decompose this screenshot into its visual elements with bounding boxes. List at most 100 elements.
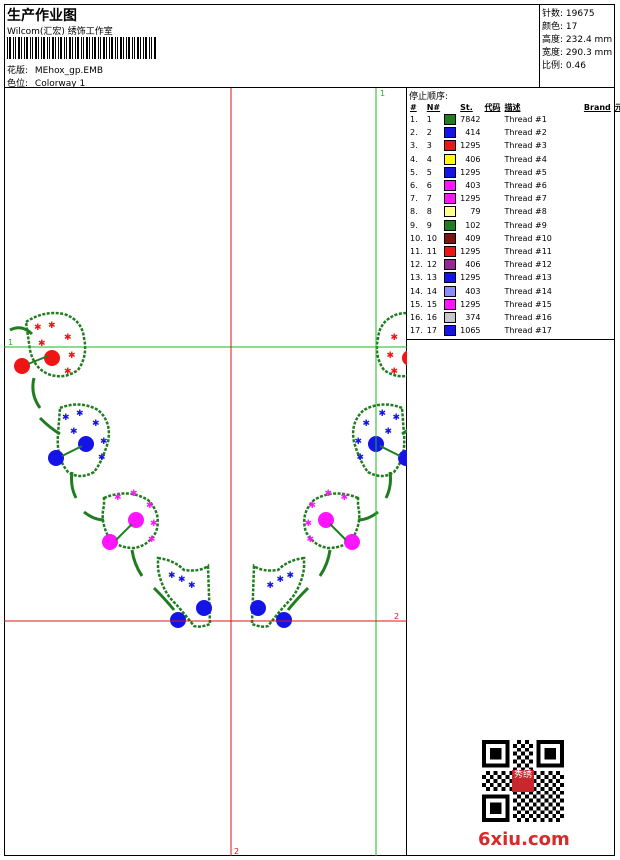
- row-swatch: [442, 298, 458, 311]
- header-info: 生产作业图 Wilcom(汇宏) 绣饰工作室 花版: MEhox_gp.EMB …: [4, 4, 540, 89]
- color-swatch: [444, 245, 457, 257]
- thread-row: 13. 13 1295 Thread #13: [408, 271, 620, 284]
- row-order: 15.: [410, 299, 423, 309]
- row-number: 13: [426, 273, 437, 283]
- stats-panel: 针数: 19675 颜色: 17 高度: 232.4 mm 宽度: 290.3 …: [540, 4, 615, 88]
- watermark-stamp: 秀绣: [512, 770, 534, 792]
- row-stitches: 406: [465, 260, 481, 270]
- row-stitches: 102: [465, 220, 481, 230]
- col-code: 代码: [484, 102, 501, 112]
- color-swatch: [444, 206, 457, 218]
- row-code: [483, 153, 503, 166]
- row-order: 6.: [410, 181, 418, 191]
- row-order: 17.: [410, 326, 423, 336]
- row-stitches: 1295: [460, 299, 481, 309]
- row-desc: Thread #1: [504, 115, 547, 125]
- row-code: [483, 324, 503, 337]
- col-order: #: [410, 102, 417, 112]
- page-title: 生产作业图: [7, 8, 77, 24]
- row-swatch: [442, 311, 458, 324]
- row-code: [483, 298, 503, 311]
- row-code: [483, 139, 503, 152]
- thread-row: 6. 6 403 Thread #6: [408, 179, 620, 192]
- row-desc: Thread #5: [504, 167, 547, 177]
- design-right-half: [248, 311, 454, 630]
- thread-row: 5. 5 1295 Thread #5: [408, 166, 620, 179]
- row-code: [483, 113, 503, 126]
- row-number: 3: [426, 141, 432, 151]
- row-order: 1.: [410, 115, 418, 125]
- thread-row: 8. 8 79 Thread #8: [408, 205, 620, 218]
- row-number: 11: [426, 246, 437, 256]
- row-code: [483, 126, 503, 139]
- thread-row: 11. 11 1295 Thread #11: [408, 245, 620, 258]
- thread-row: 3. 3 1295 Thread #3: [408, 139, 620, 152]
- row-stitches: 1065: [460, 326, 481, 336]
- row-code: [483, 311, 503, 324]
- row-swatch: [442, 179, 458, 192]
- row-desc: Thread #16: [504, 312, 552, 322]
- row-desc: Thread #10: [504, 233, 552, 243]
- row-code: [483, 245, 503, 258]
- row-desc: Thread #4: [504, 154, 547, 164]
- color-swatch: [444, 219, 457, 231]
- row-desc: Thread #15: [504, 299, 552, 309]
- row-swatch: [442, 284, 458, 297]
- row-number: 17: [426, 326, 437, 336]
- row-stitches: 409: [465, 233, 481, 243]
- row-desc: Thread #13: [504, 273, 552, 283]
- row-code: [483, 284, 503, 297]
- row-swatch: [442, 245, 458, 258]
- thread-row: 17. 17 1065 Thread #17: [408, 324, 620, 337]
- row-stitches: 7842: [460, 115, 481, 125]
- row-order: 12.: [410, 260, 423, 270]
- thread-row: 7. 7 1295 Thread #7: [408, 192, 620, 205]
- stat-scale: 比例: 0.46: [542, 61, 586, 71]
- row-order: 8.: [410, 207, 418, 217]
- row-order: 3.: [410, 141, 418, 151]
- row-swatch: [442, 153, 458, 166]
- row-number: 8: [426, 207, 432, 217]
- row-order: 16.: [410, 312, 423, 322]
- row-swatch: [442, 232, 458, 245]
- row-number: 10: [426, 233, 437, 243]
- row-stitches: 403: [465, 286, 481, 296]
- color-swatch: [444, 311, 457, 323]
- row-order: 13.: [410, 273, 423, 283]
- row-stitches: 1295: [460, 273, 481, 283]
- row-stitches: 1295: [460, 246, 481, 256]
- stat-width: 宽度: 290.3 mm: [542, 48, 613, 58]
- row-code: [483, 232, 503, 245]
- row-stitches: 1295: [460, 194, 481, 204]
- row-number: 9: [426, 220, 432, 230]
- row-stitches: 403: [465, 181, 481, 191]
- guide-label-red-h: 2: [394, 612, 399, 621]
- row-stitches: 414: [465, 128, 481, 138]
- thread-table-header: # N# St. 代码 描述 Brand 元素: [408, 101, 620, 113]
- thread-row: 1. 1 7842 Thread #1: [408, 113, 620, 126]
- row-number: 5: [426, 167, 432, 177]
- pattern-file: 花版: MEhox_gp.EMB: [7, 63, 103, 76]
- row-number: 6: [426, 181, 432, 191]
- thread-row: 10. 10 409 Thread #10: [408, 232, 620, 245]
- color-swatch: [444, 232, 457, 244]
- row-code: [483, 205, 503, 218]
- row-swatch: [442, 139, 458, 152]
- row-code: [483, 166, 503, 179]
- row-number: 1: [426, 115, 432, 125]
- row-code: [483, 271, 503, 284]
- row-stitches: 1295: [460, 141, 481, 151]
- row-number: 4: [426, 154, 432, 164]
- color-swatch: [444, 298, 457, 310]
- row-desc: Thread #8: [504, 207, 547, 217]
- row-desc: Thread #7: [504, 194, 547, 204]
- row-number: 12: [426, 260, 437, 270]
- row-code: [483, 258, 503, 271]
- col-number: N#: [426, 102, 441, 112]
- thread-row: 12. 12 406 Thread #12: [408, 258, 620, 271]
- color-swatch: [444, 272, 457, 284]
- guide-label-green-h: 1: [8, 338, 13, 347]
- thread-list-panel: 停止顺序: # N# St. 代码 描述 Brand 元素 1.17842Thr…: [407, 88, 620, 340]
- row-order: 2.: [410, 128, 418, 138]
- row-swatch: [442, 271, 458, 284]
